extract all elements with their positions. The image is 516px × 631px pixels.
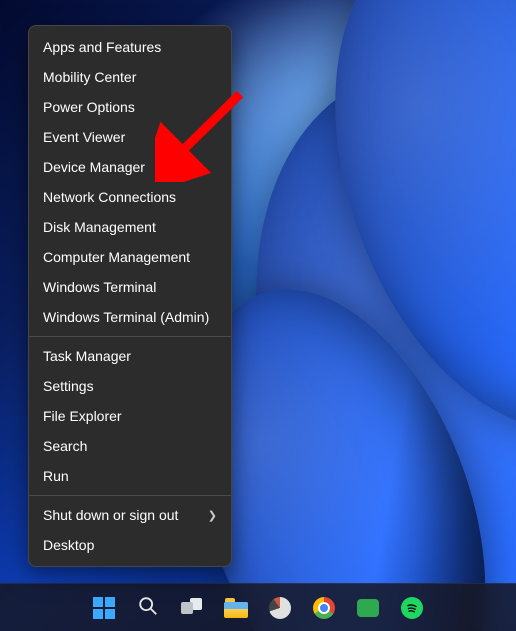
menu-item-windows-terminal-admin[interactable]: Windows Terminal (Admin) (29, 302, 231, 332)
taskbar-search-button[interactable] (131, 591, 165, 625)
menu-item-label: Run (43, 468, 69, 484)
menu-divider (29, 495, 231, 496)
chat-icon (357, 599, 379, 617)
menu-item-event-viewer[interactable]: Event Viewer (29, 122, 231, 152)
menu-item-disk-management[interactable]: Disk Management (29, 212, 231, 242)
menu-section-3: Shut down or sign out ❯ Desktop (29, 498, 231, 562)
menu-item-label: Task Manager (43, 348, 131, 364)
menu-item-settings[interactable]: Settings (29, 371, 231, 401)
windows-logo-icon (93, 597, 115, 619)
spotify-icon (401, 597, 423, 619)
menu-item-label: File Explorer (43, 408, 122, 424)
taskbar-app-chat[interactable] (351, 591, 385, 625)
menu-divider (29, 336, 231, 337)
menu-item-run[interactable]: Run (29, 461, 231, 491)
winx-context-menu: Apps and Features Mobility Center Power … (28, 25, 232, 567)
taskbar-app-spotify[interactable] (395, 591, 429, 625)
menu-item-search[interactable]: Search (29, 431, 231, 461)
menu-item-label: Desktop (43, 537, 94, 553)
menu-item-label: Shut down or sign out (43, 507, 178, 523)
menu-item-file-explorer[interactable]: File Explorer (29, 401, 231, 431)
menu-item-computer-management[interactable]: Computer Management (29, 242, 231, 272)
menu-item-label: Search (43, 438, 87, 454)
taskbar-start-button[interactable] (87, 591, 121, 625)
menu-item-label: Device Manager (43, 159, 145, 175)
file-explorer-icon (224, 598, 248, 618)
menu-item-label: Power Options (43, 99, 135, 115)
menu-item-label: Event Viewer (43, 129, 125, 145)
taskbar-file-explorer-button[interactable] (219, 591, 253, 625)
menu-item-windows-terminal[interactable]: Windows Terminal (29, 272, 231, 302)
menu-item-desktop[interactable]: Desktop (29, 530, 231, 560)
menu-item-label: Windows Terminal (Admin) (43, 309, 209, 325)
menu-item-label: Mobility Center (43, 69, 136, 85)
menu-item-label: Network Connections (43, 189, 176, 205)
chrome-icon (313, 597, 335, 619)
menu-item-mobility-center[interactable]: Mobility Center (29, 62, 231, 92)
menu-item-label: Apps and Features (43, 39, 161, 55)
menu-item-label: Settings (43, 378, 94, 394)
menu-item-power-options[interactable]: Power Options (29, 92, 231, 122)
taskbar-app-opera[interactable] (263, 591, 297, 625)
chevron-right-icon: ❯ (208, 509, 217, 522)
task-view-icon (181, 598, 203, 618)
menu-item-apps-features[interactable]: Apps and Features (29, 32, 231, 62)
menu-section-2: Task Manager Settings File Explorer Sear… (29, 339, 231, 493)
menu-item-network-connections[interactable]: Network Connections (29, 182, 231, 212)
menu-item-shutdown-signout[interactable]: Shut down or sign out ❯ (29, 500, 231, 530)
taskbar-taskview-button[interactable] (175, 591, 209, 625)
circle-app-icon (269, 597, 291, 619)
menu-item-device-manager[interactable]: Device Manager (29, 152, 231, 182)
menu-item-label: Disk Management (43, 219, 156, 235)
taskbar-app-chrome[interactable] (307, 591, 341, 625)
search-icon (137, 595, 159, 620)
menu-item-task-manager[interactable]: Task Manager (29, 341, 231, 371)
menu-section-1: Apps and Features Mobility Center Power … (29, 30, 231, 334)
taskbar (0, 583, 516, 631)
menu-item-label: Computer Management (43, 249, 190, 265)
menu-item-label: Windows Terminal (43, 279, 156, 295)
